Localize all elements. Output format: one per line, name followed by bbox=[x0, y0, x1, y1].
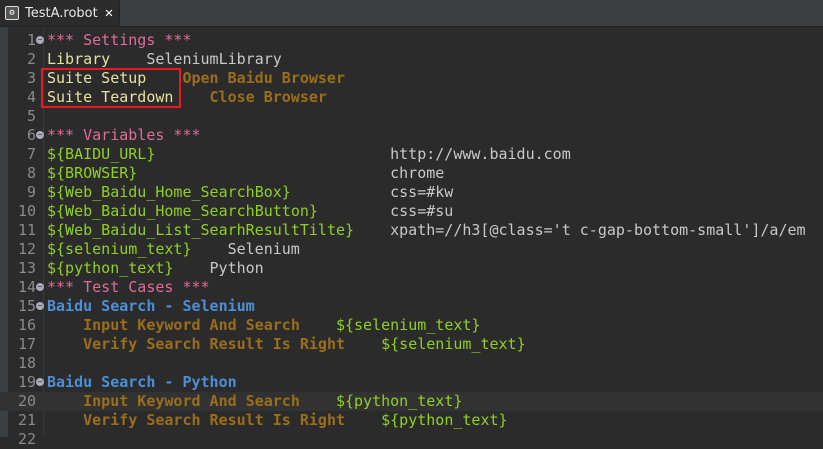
code-token: Input Keyword And Search bbox=[83, 316, 300, 334]
highlight-box bbox=[41, 68, 181, 108]
code-token: ${Web_Baidu_Home_SearchBox} bbox=[47, 183, 291, 201]
code-token: ${python_text} bbox=[381, 411, 508, 429]
tab-label: TestA.robot bbox=[25, 5, 98, 21]
code-token: ${BAIDU_URL} bbox=[47, 145, 156, 163]
code-line[interactable]: 8 ${BROWSER} chrome bbox=[0, 164, 823, 183]
line-number: 8 bbox=[26, 164, 36, 182]
code-token: Input Keyword And Search bbox=[83, 392, 300, 410]
code-token: ${Web_Baidu_List_SearhResultTilte} bbox=[47, 221, 355, 239]
code-line[interactable]: 21 Verify Search Result Is Right ${python_… bbox=[0, 411, 823, 430]
code-token: xpath=//h3[@class='t c-gap-bottom-small'… bbox=[390, 221, 806, 239]
code-token: Library bbox=[47, 50, 111, 68]
code-line[interactable]: 9 ${Web_Baidu_Home_SearchBox} css=#kw bbox=[0, 183, 823, 202]
code-token: *** Variables *** bbox=[47, 126, 201, 144]
code-line[interactable]: 19− Baidu Search - Python bbox=[0, 373, 823, 392]
code-token: ${selenium_text} bbox=[47, 240, 192, 258]
code-token: ${Web_Baidu_Home_SearchButton} bbox=[47, 202, 318, 220]
code-line[interactable]: 10 ${Web_Baidu_Home_SearchButton} css=#su bbox=[0, 202, 823, 221]
code-token: http://www.baidu.com bbox=[390, 145, 571, 163]
line-number: 19 bbox=[17, 373, 36, 391]
fold-collapse-icon[interactable]: − bbox=[36, 302, 44, 310]
code-line[interactable]: 7 ${BAIDU_URL} http://www.baidu.com bbox=[0, 145, 823, 164]
code-token: Baidu Search - Python bbox=[47, 373, 237, 391]
code-token: Baidu Search - Selenium bbox=[47, 297, 255, 315]
line-number: 10 bbox=[17, 202, 36, 220]
line-number: 6 bbox=[26, 126, 36, 144]
line-number: 12 bbox=[17, 240, 36, 258]
editor-tab-bar: ⚙ TestA.robot ✕ bbox=[0, 0, 823, 27]
code-line[interactable]: 5 bbox=[0, 107, 823, 126]
line-number: 22 bbox=[17, 430, 36, 448]
code-token: ${selenium_text} bbox=[381, 335, 526, 353]
line-number: 5 bbox=[26, 107, 36, 125]
line-number: 15 bbox=[17, 297, 36, 315]
code-token: Python bbox=[209, 259, 264, 277]
code-token: *** Test Cases *** bbox=[47, 278, 210, 296]
code-token: chrome bbox=[390, 164, 445, 182]
line-number: 3 bbox=[26, 69, 36, 87]
line-number: 13 bbox=[17, 259, 36, 277]
code-line[interactable]: 17 Verify Search Result Is Right ${seleniu… bbox=[0, 335, 823, 354]
code-token: ${python_text} bbox=[335, 392, 463, 410]
line-number: 14 bbox=[17, 278, 36, 296]
fold-collapse-icon[interactable]: − bbox=[36, 36, 44, 44]
code-line[interactable]: 16 Input Keyword And Search ${selenium_tex… bbox=[0, 316, 823, 335]
code-token: ${python_text} bbox=[47, 259, 174, 277]
code-line[interactable]: 13 ${python_text} Python bbox=[0, 259, 823, 278]
code-token: Open Baidu Browser bbox=[182, 69, 345, 87]
code-token: SeleniumLibrary bbox=[146, 50, 282, 68]
line-number: 1 bbox=[26, 31, 36, 49]
fold-collapse-icon[interactable]: − bbox=[36, 283, 44, 291]
line-number: 17 bbox=[17, 335, 36, 353]
code-token: css=#kw bbox=[390, 183, 454, 201]
code-line[interactable]: 20 Input Keyword And Search ${python_text} bbox=[0, 392, 823, 411]
line-number: 18 bbox=[17, 354, 36, 372]
code-line[interactable]: 14− *** Test Cases *** bbox=[0, 278, 823, 297]
line-number: 21 bbox=[17, 411, 36, 429]
line-number: 7 bbox=[26, 145, 36, 163]
code-line[interactable]: 6− *** Variables *** bbox=[0, 126, 823, 145]
fold-collapse-icon[interactable]: − bbox=[36, 378, 44, 386]
robot-file-icon: ⚙ bbox=[5, 6, 19, 20]
line-number: 9 bbox=[26, 183, 36, 201]
line-number: 4 bbox=[26, 88, 36, 106]
line-number: 11 bbox=[17, 221, 36, 239]
code-line[interactable]: 15− Baidu Search - Selenium bbox=[0, 297, 823, 316]
code-line[interactable]: 2 Library SeleniumLibrary bbox=[0, 50, 823, 69]
code-token: Verify Search Result Is Right bbox=[83, 411, 346, 429]
code-line[interactable]: 18 bbox=[0, 354, 823, 373]
code-token: Selenium bbox=[227, 240, 300, 258]
line-number: 20 bbox=[17, 392, 36, 410]
code-token: css=#su bbox=[390, 202, 454, 220]
code-line[interactable]: 1− *** Settings *** bbox=[0, 31, 823, 50]
code-line[interactable]: 11 ${Web_Baidu_List_SearhResultTilte} xpat… bbox=[0, 221, 823, 240]
line-number: 2 bbox=[26, 50, 36, 68]
code-line[interactable]: 22 bbox=[0, 430, 823, 449]
close-icon[interactable]: ✕ bbox=[105, 5, 113, 21]
code-token: ${BROWSER} bbox=[47, 164, 138, 182]
code-token: *** Settings *** bbox=[47, 31, 192, 49]
code-line[interactable]: 12 ${selenium_text} Selenium bbox=[0, 240, 823, 259]
line-number: 16 bbox=[17, 316, 36, 334]
code-token: Close Browser bbox=[209, 88, 327, 106]
code-token: ${selenium_text} bbox=[335, 316, 481, 334]
fold-collapse-icon[interactable]: − bbox=[36, 131, 44, 139]
tab-testa-robot[interactable]: ⚙ TestA.robot ✕ bbox=[0, 0, 120, 26]
code-token: Verify Search Result Is Right bbox=[83, 335, 346, 353]
